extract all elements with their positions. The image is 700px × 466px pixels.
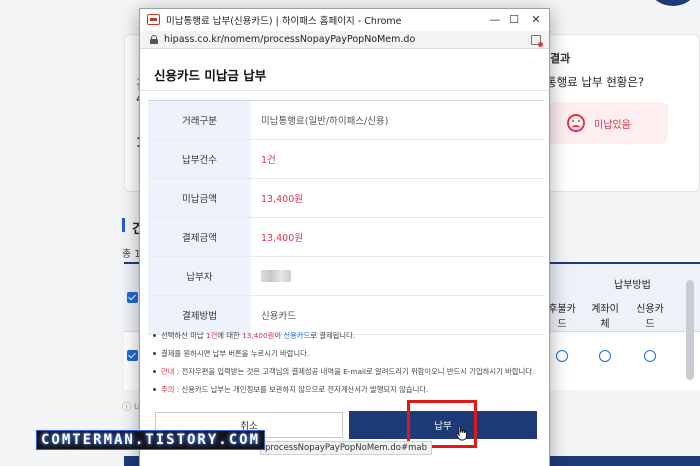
payment-method-value: 신용카드 — [251, 295, 544, 335]
title-divider — [140, 90, 549, 91]
payment-amount-value: 13,400원 — [251, 217, 544, 257]
row-label: 결제금액 — [148, 217, 251, 257]
close-button[interactable]: ✕ — [528, 12, 544, 28]
result-title: 결과 — [550, 52, 571, 65]
page-scrollbar[interactable] — [686, 280, 694, 380]
note-item: 주의 : 신용카드 납부는 개인정보를 보관하지 않으므로 전자계산서가 발행되… — [152, 385, 544, 394]
watermark-logo: COMTERMAN.TISTORY.COM — [36, 430, 266, 450]
radio-account-transfer[interactable] — [599, 350, 611, 362]
select-all-checkbox[interactable] — [127, 292, 138, 303]
maximize-button[interactable]: ☐ — [506, 12, 522, 28]
payer-value — [251, 256, 544, 296]
blurred-payer-name — [261, 270, 291, 282]
note-item: 결제를 원하시면 납부 버튼을 누르시기 바랍니다. — [152, 349, 544, 358]
row-label: 미납금액 — [148, 178, 251, 218]
site-favicon-icon — [147, 14, 160, 25]
note-item: 선택하신 미납 1건에 대한 13,400원이 신용카드로 결제됩니다. — [152, 331, 544, 340]
window-title: 미납통행료 납부(신용카드) | 하이패스 홈페이지 - Chrome — [166, 16, 402, 27]
table-row: 결제금액 13,400원 — [148, 217, 544, 257]
payment-details-table: 거래구분 미납통행료(일반/하이패스/신용) 납부건수 1건 미납금액 13,4… — [148, 100, 544, 335]
pay-method-header: 납부방법 — [614, 280, 651, 291]
sad-face-icon — [567, 114, 585, 132]
user-avatar[interactable] — [650, 0, 696, 6]
table-row: 납부자 — [148, 256, 544, 296]
radio-deferred-card[interactable] — [556, 350, 568, 362]
result-question: 통행료 납부 현황은? — [546, 75, 645, 89]
radio-credit-card[interactable] — [644, 350, 656, 362]
extension-icon[interactable] — [531, 35, 543, 47]
payment-notes: 선택하신 미납 1건에 대한 13,400원이 신용카드로 결제됩니다. 결제를… — [152, 331, 544, 403]
url-text: hipass.co.kr/nomem/processNopayPayPopNoM… — [164, 34, 416, 45]
table-row: 거래구분 미납통행료(일반/하이패스/신용) — [148, 100, 544, 140]
row-label: 결제방법 — [148, 295, 251, 335]
table-row: 결제방법 신용카드 — [148, 295, 544, 335]
payment-count-value: 1건 — [251, 139, 544, 179]
status-url-bar: processNopayPayPopNoMem.do#mab — [260, 441, 432, 455]
table-row: 미납금액 13,400원 — [148, 178, 544, 218]
row-label: 납부자 — [148, 256, 251, 296]
transaction-type-value: 미납통행료(일반/하이패스/신용) — [251, 100, 544, 140]
minimize-button[interactable]: — — [487, 12, 503, 28]
row-label: 거래구분 — [148, 100, 251, 140]
row-checkbox[interactable] — [127, 350, 138, 361]
row-label: 납부건수 — [148, 139, 251, 179]
address-bar[interactable]: hipass.co.kr/nomem/processNopayPayPopNoM… — [140, 31, 549, 49]
status-text: 미납있음 — [594, 120, 631, 131]
note-item: 안내 : 전자우편을 입력받는 것은 고객님의 결제성공 내역을 E-mail로… — [152, 367, 544, 376]
unpaid-amount-value: 13,400원 — [251, 178, 544, 218]
payment-popup-window: 미납통행료 납부(신용카드) | 하이패스 홈페이지 - Chrome — ☐ … — [139, 8, 550, 466]
popup-content: 신용카드 미납금 납부 거래구분 미납통행료(일반/하이패스/신용) 납부건수 … — [140, 49, 549, 466]
lock-icon[interactable] — [150, 35, 158, 44]
hand-cursor-icon — [455, 425, 467, 441]
window-titlebar[interactable]: 미납통행료 납부(신용카드) | 하이패스 홈페이지 - Chrome — ☐ … — [140, 9, 549, 31]
section-accent-bar — [122, 218, 125, 232]
popup-title: 신용카드 미납금 납부 — [154, 68, 267, 83]
table-row: 납부건수 1건 — [148, 139, 544, 179]
column-credit-card: 신용카드 — [636, 304, 664, 330]
column-account-transfer: 계좌이체 — [591, 304, 619, 330]
